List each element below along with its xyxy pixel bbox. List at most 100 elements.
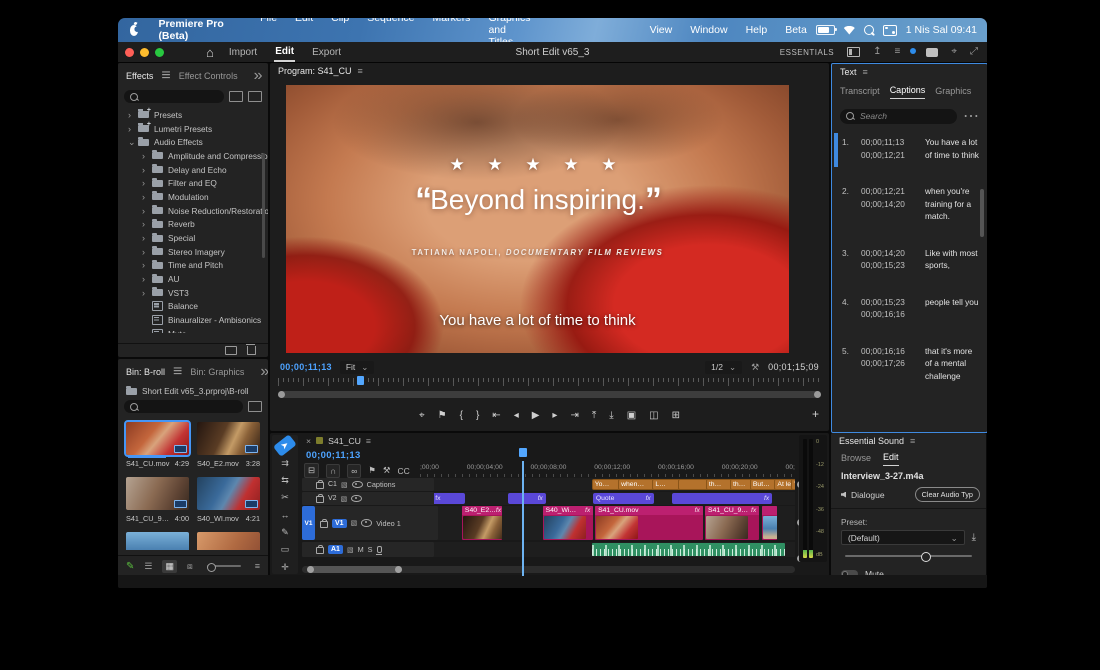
solo-track-button[interactable]: S <box>368 545 373 554</box>
caption-clip[interactable]: when… <box>618 479 657 490</box>
Amplitude and Compression[interactable]: › Amplitude and Compression <box>118 149 268 163</box>
caption-row[interactable]: 3. 00;00;14;20 00;00;15;23 Like with most… <box>842 247 981 272</box>
chevron-icon[interactable]: › <box>142 206 152 216</box>
caption-text[interactable]: when you're training for a match. <box>925 185 981 223</box>
audio-clip[interactable] <box>591 543 785 556</box>
close-sequence-icon[interactable]: × <box>306 436 311 446</box>
minimize-window-button[interactable] <box>140 47 149 57</box>
sync-lock-icon[interactable]: ▧ <box>341 481 348 489</box>
fullscreen-icon[interactable]: ⤢ <box>970 47 978 57</box>
track-c1-label[interactable]: C1 <box>328 481 337 488</box>
comments-icon[interactable] <box>926 47 939 57</box>
VST3[interactable]: › VST3 <box>118 286 268 300</box>
Delay and Echo[interactable]: › Delay and Echo <box>118 163 268 177</box>
sort-menu-icon[interactable]: ≡ <box>255 561 260 571</box>
zoom-window-button[interactable] <box>155 47 164 57</box>
program-title[interactable]: Program: S41_CU <box>278 66 352 76</box>
add-marker-icon[interactable]: ⚑ <box>438 411 447 421</box>
chevron-icon[interactable]: › <box>142 274 152 284</box>
clip-thumbnail[interactable] <box>197 422 260 455</box>
chevron-icon[interactable]: › <box>128 110 138 120</box>
clip-thumbnail[interactable] <box>197 477 260 510</box>
tab-bin-graphics[interactable]: Bin: Graphics <box>190 367 244 377</box>
scrollbar-knob-left[interactable] <box>278 391 285 398</box>
effects-search-input[interactable] <box>142 90 218 103</box>
bin-view-icon[interactable] <box>248 401 262 412</box>
slider-knob[interactable] <box>921 551 932 562</box>
S41_CU_9…[interactable]: S41_CU_9… fx <box>705 506 760 540</box>
menu-icon[interactable]: ≡ <box>895 47 901 57</box>
lock-icon[interactable] <box>316 545 324 554</box>
go-to-out-icon[interactable]: ⇥ <box>570 411 578 421</box>
chevron-icon[interactable]: › <box>142 288 152 298</box>
thumbnail-size-slider[interactable] <box>206 562 241 572</box>
track-output-icon[interactable] <box>351 494 363 503</box>
wifi-icon[interactable] <box>843 25 855 35</box>
bin-search-input[interactable] <box>142 400 237 413</box>
S41_CU_9…[interactable]: S41_CU_9… 4:00 <box>126 477 189 523</box>
new-custom-bin-icon[interactable] <box>225 346 237 355</box>
bin-search-box[interactable] <box>124 400 243 413</box>
lock-icon[interactable] <box>316 494 324 503</box>
step-back-icon[interactable]: ◂ <box>514 411 519 421</box>
timeline-timecode[interactable]: 00;00;11;13 <box>306 450 361 461</box>
caption-timecodes[interactable]: 00;00;11;13 00;00;12;21 <box>861 136 919 161</box>
preview-settings-icon[interactable]: ⌖ <box>419 411 425 421</box>
Time and Pitch[interactable]: › Time and Pitch <box>118 259 268 273</box>
Stereo Imagery[interactable]: › Stereo Imagery <box>118 245 268 259</box>
rectangle-tool[interactable]: ▭ <box>275 543 295 556</box>
chevron-icon[interactable]: ⌄ <box>128 137 138 148</box>
lift-icon[interactable]: ⤒ <box>592 411 596 421</box>
Presets[interactable]: › Presets <box>118 107 268 122</box>
sync-lock-icon[interactable]: ▧ <box>347 546 354 554</box>
panel-menu-icon[interactable]: ≡ <box>863 67 868 77</box>
tab-browse[interactable]: Browse <box>841 453 871 466</box>
ripple-edit-tool[interactable]: ⇆ <box>275 474 295 487</box>
sequence-tab[interactable]: S41_CU <box>328 436 361 446</box>
chevron-icon[interactable]: › <box>142 165 152 175</box>
button-editor-icon[interactable]: + <box>812 407 819 421</box>
scrollbar-knob-right[interactable] <box>814 391 821 398</box>
tab-bin-broll[interactable]: Bin: B-roll <box>126 367 165 377</box>
program-video-frame[interactable]: ★ ★ ★ ★ ★ “Beyond inspiring.” TATIANA NA… <box>286 85 789 353</box>
panel-menu-icon[interactable]: ≡ <box>366 436 371 446</box>
control-center-icon[interactable] <box>882 24 897 36</box>
menu-item[interactable]: Beta <box>776 24 816 36</box>
preset-dropdown[interactable]: (Default) ⌄ <box>841 530 965 545</box>
caption-text[interactable]: people tell you <box>925 296 981 321</box>
clip-thumbnail[interactable] <box>197 532 260 550</box>
nav-edit[interactable]: Edit <box>274 43 296 62</box>
edit-pen-icon[interactable]: ✎ <box>126 561 134 572</box>
sync-lock-icon[interactable]: ▧ <box>351 519 358 527</box>
thumbnail-view-icon[interactable]: ▦ <box>162 559 177 573</box>
Filter and EQ[interactable]: › Filter and EQ <box>118 176 268 190</box>
captions-scrollbar[interactable] <box>980 189 984 237</box>
clear-audio-type-button[interactable]: Clear Audio Typ <box>914 487 980 502</box>
share-icon[interactable]: ↥ <box>873 47 881 57</box>
extract-icon[interactable]: ⤓ <box>609 411 613 421</box>
S41_CU.mov[interactable]: S41_CU.mov fx <box>595 506 703 540</box>
nest-toggle-icon[interactable]: ⊟ <box>304 463 320 478</box>
clip-thumbnail[interactable] <box>126 477 189 510</box>
app-menu[interactable]: Premiere Pro (Beta) <box>148 18 251 42</box>
caption-row[interactable]: 1. 00;00;11;13 00;00;12;21 You have a lot… <box>834 133 981 167</box>
comparison-view-icon[interactable]: ◫ <box>649 411 658 421</box>
tab-captions[interactable]: Captions <box>889 85 926 99</box>
graphic-clip[interactable]: fx <box>508 493 546 504</box>
timeline-playhead[interactable] <box>519 448 526 576</box>
workspace-label[interactable]: ESSENTIALS <box>780 48 834 57</box>
battery-icon[interactable] <box>815 25 837 35</box>
slip-tool[interactable]: ↔ <box>275 509 295 522</box>
caption-timecodes[interactable]: 00;00;14;20 00;00;15;23 <box>861 247 919 272</box>
audio1-track-lane[interactable] <box>434 542 795 557</box>
panel-menu-icon[interactable]: ≡ <box>910 436 915 446</box>
captions-track-lane[interactable]: Yo… when… L… th… th… But… At le <box>434 478 795 491</box>
chevron-icon[interactable]: › <box>142 233 152 243</box>
chevron-icon[interactable]: › <box>142 247 152 257</box>
tab-effect-controls[interactable]: Effect Controls <box>179 71 238 81</box>
type-tool[interactable]: ✛ <box>275 561 295 574</box>
more-options-icon[interactable]: ⋯ <box>963 106 979 126</box>
scrollbar-knob-right[interactable] <box>395 566 402 573</box>
volume-slider[interactable] <box>845 551 972 562</box>
mark-in-icon[interactable]: { <box>460 411 463 421</box>
